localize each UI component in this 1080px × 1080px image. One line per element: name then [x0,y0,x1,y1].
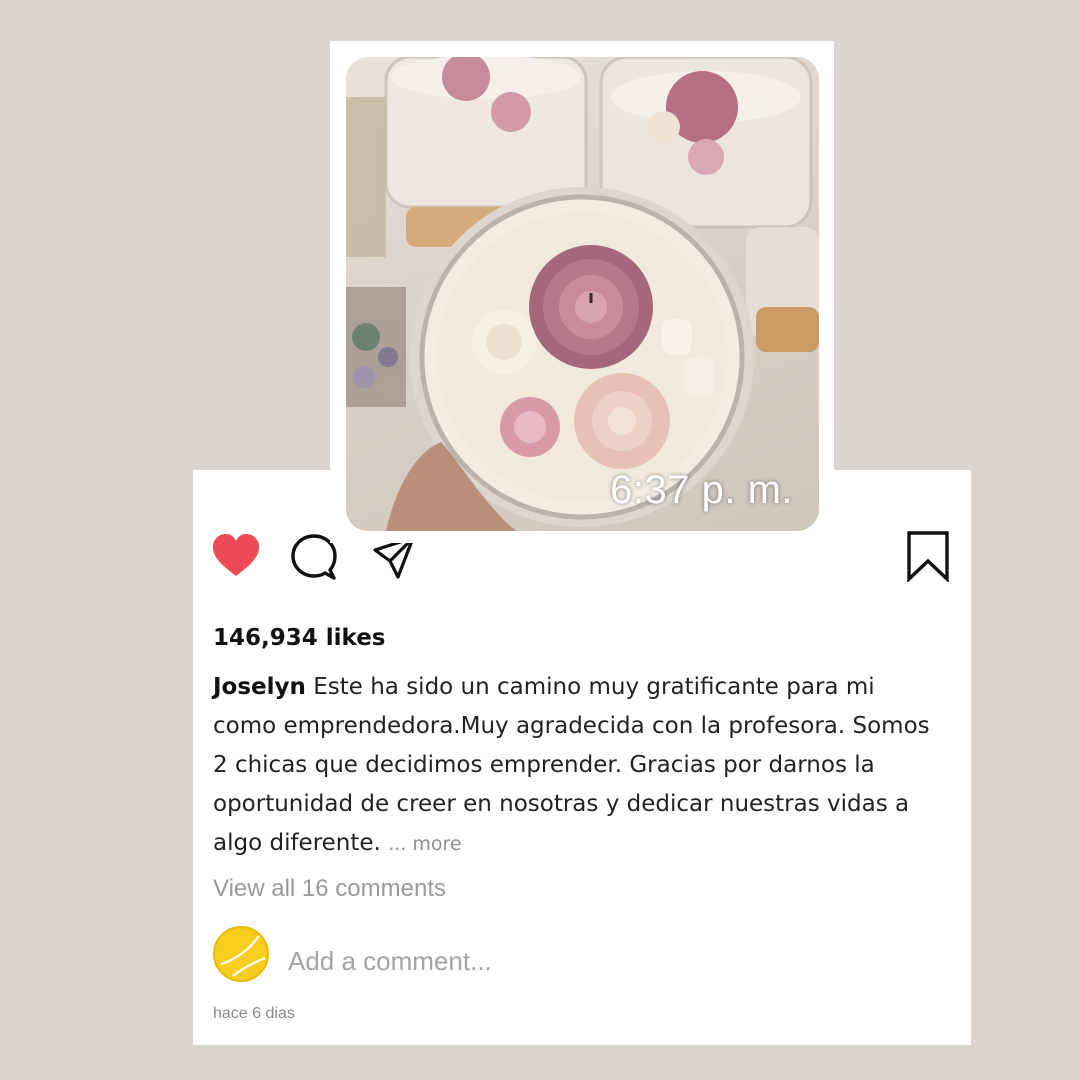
more-link[interactable]: ... more [388,833,461,855]
post-caption: Joselyn Este ha sido un camino muy grati… [213,668,943,864]
comment-input[interactable]: Add a comment... [288,946,492,977]
avatar [213,926,269,982]
post-timestamp: hace 6 dias [213,1005,295,1022]
post-card: 146,934 likes Joselyn Este ha sido un ca… [193,470,971,1045]
bookmark-icon[interactable] [905,530,951,582]
like-count[interactable]: 146,934 likes [213,625,386,651]
candle-illustration [346,57,819,531]
heart-icon[interactable] [211,532,261,578]
caption-text: Este ha sido un camino muy gratificante … [213,674,930,856]
post-image-frame: 6:37 p. m. [330,41,834,543]
view-all-comments-link[interactable]: View all 16 comments [213,875,446,903]
image-time-overlay: 6:37 p. m. [610,468,793,512]
avatar-ball-icon [220,935,266,977]
caption-username[interactable]: Joselyn [213,674,306,700]
post-image[interactable]: 6:37 p. m. [346,57,819,531]
